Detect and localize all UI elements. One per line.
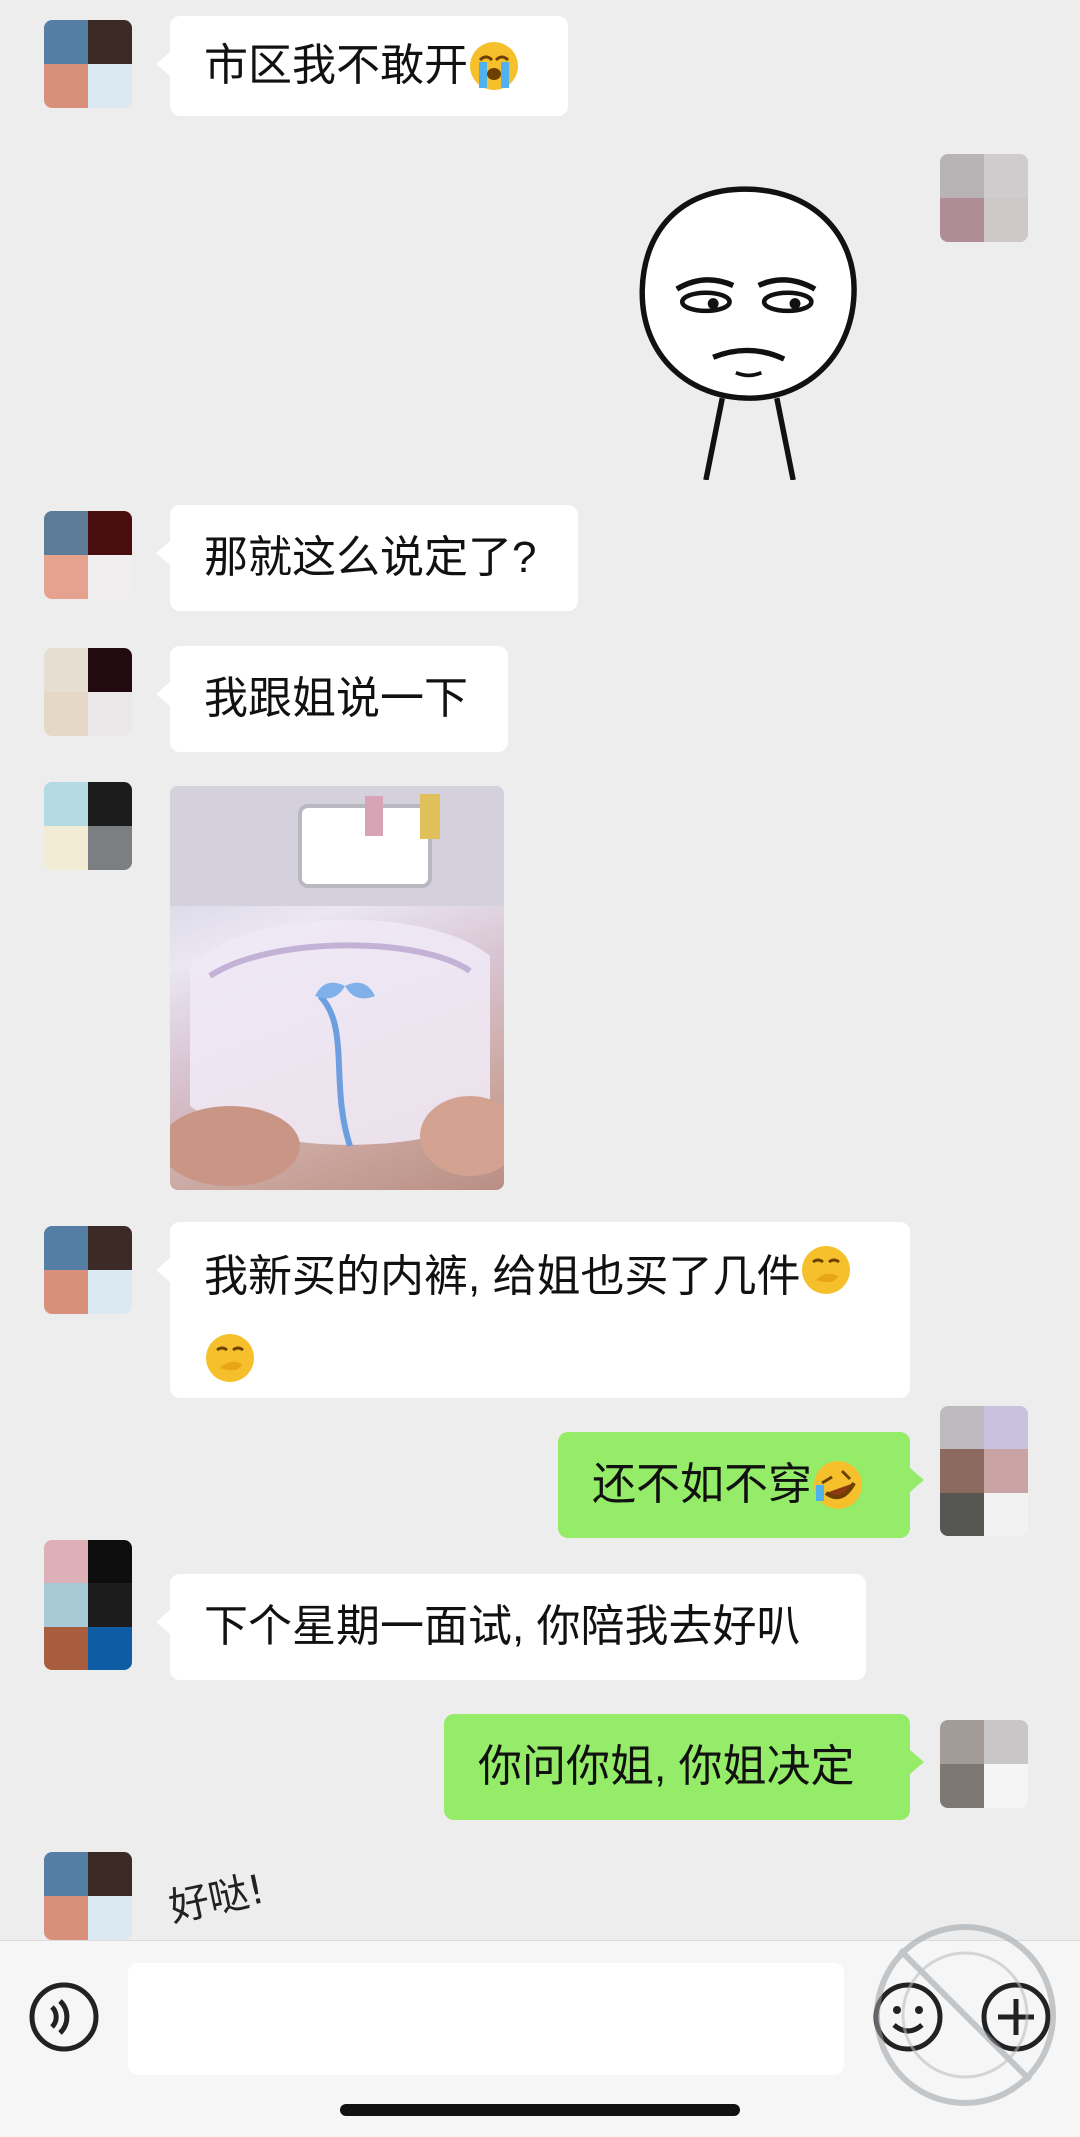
home-indicator (340, 2104, 740, 2116)
sticker-text: 好哒! (165, 1866, 269, 1932)
message-bubble[interactable]: 我新买的内裤, 给姐也买了几件 (156, 1222, 910, 1398)
unimpressed-meme-face-sticker[interactable] (610, 180, 880, 480)
message-text: 你问你姐, 你姐决定 (478, 1742, 855, 1791)
voice-icon[interactable] (24, 1977, 104, 2057)
photo-message[interactable] (170, 786, 504, 1190)
face-with-hand-over-mouth-icon (802, 1246, 851, 1294)
avatar[interactable] (940, 1720, 1028, 1808)
message-row: 我新买的内裤, 给姐也买了几件 (0, 1222, 1080, 1402)
rolling-on-floor-laughing-icon (814, 1461, 862, 1509)
avatar[interactable] (44, 1540, 132, 1670)
message-input[interactable] (128, 1963, 844, 2075)
avatar[interactable] (44, 20, 132, 108)
message-row: 那就这么说定了? (0, 505, 1080, 615)
avatar[interactable] (940, 1406, 1028, 1536)
photo-lace-lingerie-icon (170, 786, 504, 1186)
message-text: 下个星期一面试, 你陪我去好叭 (204, 1602, 801, 1651)
message-bubble[interactable]: 你问你姐, 你姐决定 (444, 1714, 924, 1820)
message-row: 下个星期一面试, 你陪我去好叭 (0, 1540, 1080, 1680)
message-text: 还不如不穿 (592, 1460, 812, 1509)
message-text: 市区我不敢开 (204, 41, 468, 90)
avatar[interactable] (44, 648, 132, 736)
loudly-crying-face-icon (470, 42, 518, 90)
message-row (0, 150, 1080, 480)
avatar[interactable] (940, 154, 1028, 242)
message-bubble[interactable]: 我跟姐说一下 (156, 646, 508, 752)
face-with-hand-over-mouth-icon (206, 1334, 254, 1382)
good-sticker[interactable]: 好哒! (165, 1866, 468, 1940)
message-bubble[interactable]: 那就这么说定了? (156, 505, 578, 611)
message-bubble[interactable]: 市区我不敢开 (156, 16, 568, 116)
message-bubble[interactable]: 还不如不穿 (558, 1432, 924, 1538)
message-text: 我新买的内裤, 给姐也买了几件 (204, 1252, 801, 1301)
message-row: 市区我不敢开 (0, 16, 1080, 116)
avatar[interactable] (44, 511, 132, 599)
message-text: 我跟姐说一下 (204, 674, 468, 723)
avatar[interactable] (44, 782, 132, 870)
message-bubble[interactable]: 下个星期一面试, 你陪我去好叭 (156, 1574, 866, 1680)
avatar[interactable] (44, 1226, 132, 1314)
watermark-icon (874, 1924, 1056, 2106)
message-row: 我跟姐说一下 (0, 646, 1080, 752)
avatar[interactable] (44, 1852, 132, 1940)
message-row: 你问你姐, 你姐决定 (0, 1714, 1080, 1820)
message-text: 那就这么说定了? (204, 533, 537, 582)
